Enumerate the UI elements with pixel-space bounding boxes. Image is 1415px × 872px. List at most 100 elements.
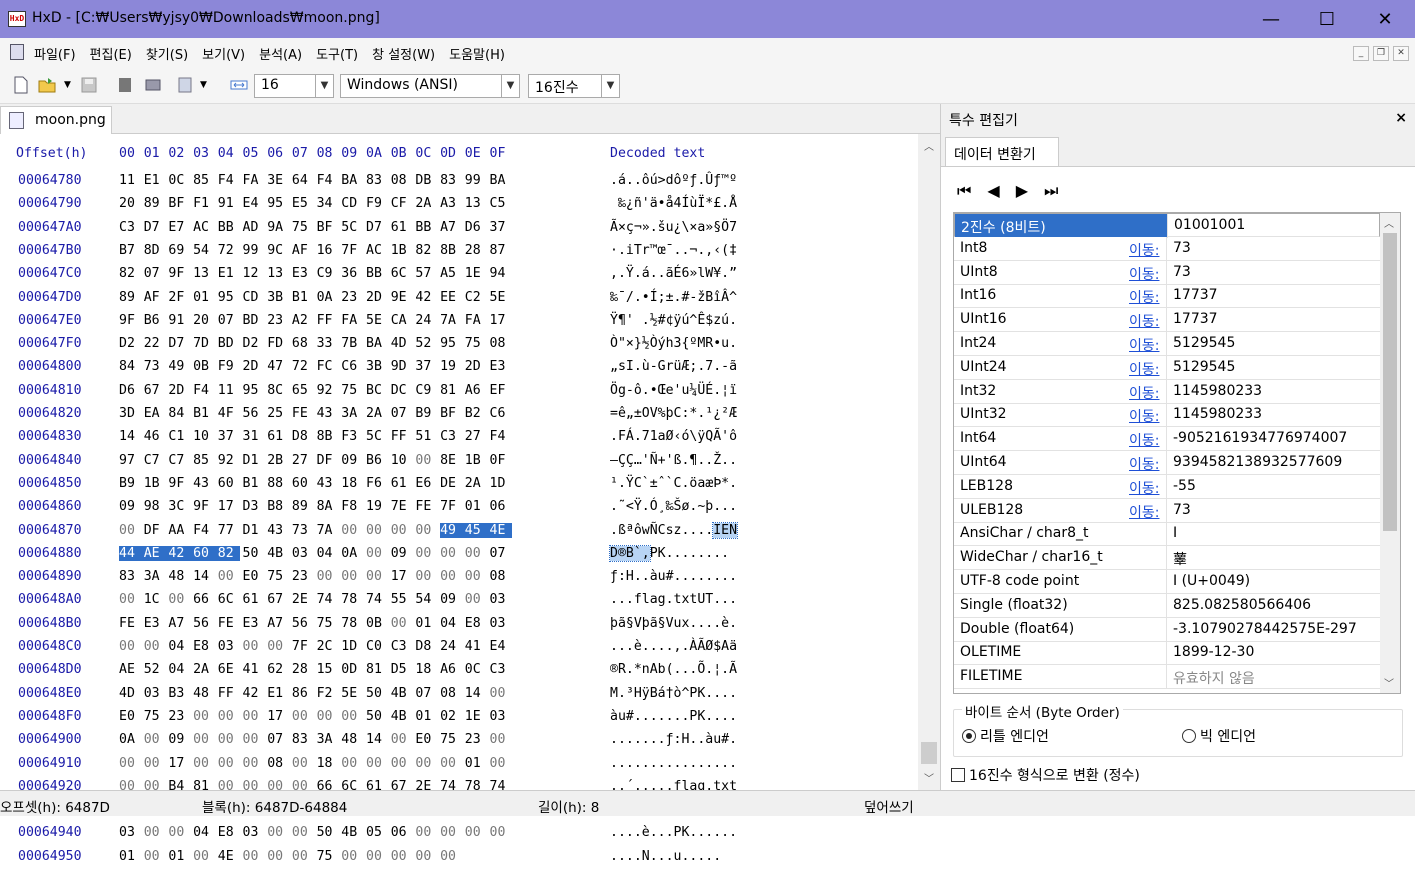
hex-byte[interactable]: AF <box>144 290 165 305</box>
grid-scrollbar[interactable]: ︿ ﹀ <box>1380 213 1400 693</box>
hex-byte[interactable]: BF <box>168 196 189 211</box>
scroll-thumb[interactable] <box>921 742 937 764</box>
hex-byte[interactable]: 00 <box>415 453 436 468</box>
hex-byte[interactable]: 04 <box>440 616 461 631</box>
hex-byte[interactable]: F6 <box>366 476 387 491</box>
hex-byte[interactable]: 3D <box>119 406 140 421</box>
hex-byte[interactable]: 4B <box>267 546 288 561</box>
hex-byte[interactable]: DE <box>440 476 461 491</box>
hex-byte[interactable]: 00 <box>218 709 239 724</box>
hex-byte[interactable]: 0A <box>119 732 140 747</box>
inspector-row[interactable]: UInt24 이동: 5129545 <box>954 355 1380 380</box>
last-icon[interactable]: ⏭ <box>1044 181 1058 201</box>
menu-item[interactable]: 도움말(H) <box>449 44 505 63</box>
hex-byte[interactable]: 4B <box>391 709 412 724</box>
hex-byte[interactable]: 5C <box>341 220 362 235</box>
hex-byte[interactable]: 3A <box>341 406 362 421</box>
hex-byte[interactable]: 08 <box>490 336 511 351</box>
hex-byte[interactable]: 72 <box>218 243 239 258</box>
hex-byte[interactable]: D6 <box>465 220 486 235</box>
inspector-row[interactable]: 2진수 (8비트) 01001001 <box>954 213 1380 238</box>
hex-byte[interactable]: 00 <box>119 639 140 654</box>
hex-byte[interactable]: 3E <box>267 173 288 188</box>
hex-byte[interactable]: 00 <box>292 756 313 771</box>
hex-byte[interactable]: 7A <box>440 313 461 328</box>
hex-byte[interactable]: 47 <box>267 359 288 374</box>
hex-byte[interactable]: 11 <box>119 173 140 188</box>
hex-byte[interactable]: 9F <box>193 499 214 514</box>
goto-link[interactable]: 이동: <box>1129 287 1159 307</box>
hex-byte[interactable]: 2A <box>415 196 436 211</box>
hex-byte[interactable]: 56 <box>193 616 214 631</box>
hex-byte[interactable]: 1B <box>144 476 165 491</box>
hex-byte[interactable]: 88 <box>267 476 288 491</box>
hex-byte[interactable]: 17 <box>267 709 288 724</box>
hex-byte[interactable]: AC <box>366 243 387 258</box>
hex-byte[interactable]: 00 <box>341 523 362 538</box>
hex-byte[interactable]: 00 <box>415 756 436 771</box>
hex-byte[interactable]: B1 <box>292 290 313 305</box>
hex-byte[interactable]: FE <box>218 616 239 631</box>
hex-byte[interactable]: 82 <box>217 545 240 561</box>
field-value[interactable]: 9394582138932577609 <box>1173 454 1342 470</box>
hex-byte[interactable]: 14 <box>193 569 214 584</box>
hex-byte[interactable]: 16 <box>317 243 338 258</box>
field-value[interactable]: 5129545 <box>1173 359 1235 375</box>
hex-byte[interactable]: A2 <box>292 313 313 328</box>
hex-byte[interactable]: C2 <box>465 290 486 305</box>
hex-byte[interactable]: 00 <box>267 849 288 864</box>
hex-byte[interactable]: 00 <box>292 709 313 724</box>
hex-byte[interactable]: 17 <box>218 499 239 514</box>
hex-byte[interactable]: 73 <box>292 523 313 538</box>
field-value[interactable]: 01001001 <box>1174 217 1245 233</box>
open-folder-icon[interactable] <box>38 76 56 94</box>
hex-byte[interactable]: 00 <box>391 732 412 747</box>
hex-byte[interactable]: 03 <box>218 639 239 654</box>
decoded-text[interactable]: „sI.ù-GrüÆ;.7.-ã <box>610 359 737 374</box>
decoded-text[interactable]: =ê„±OV%þC:*.¹¿²Æ <box>610 406 737 421</box>
hex-byte[interactable]: 43 <box>267 523 288 538</box>
hex-byte[interactable]: 07 <box>144 266 165 281</box>
hex-byte[interactable]: 49 <box>168 359 189 374</box>
hex-byte[interactable]: 01 <box>415 709 436 724</box>
hex-byte[interactable]: 64 <box>292 173 313 188</box>
hex-byte[interactable]: 8E <box>440 453 461 468</box>
hex-byte[interactable]: 0C <box>168 173 189 188</box>
hex-byte[interactable]: 07 <box>391 406 412 421</box>
hex-byte[interactable]: 00 <box>415 523 436 538</box>
hex-byte[interactable]: E3 <box>490 359 511 374</box>
hex-byte[interactable]: 83 <box>440 173 461 188</box>
hex-scrollbar[interactable]: ︿ ﹀ <box>918 134 940 790</box>
menu-item[interactable]: 분석(A) <box>259 44 302 63</box>
hex-byte[interactable]: 20 <box>119 196 140 211</box>
hex-byte[interactable]: 2B <box>267 453 288 468</box>
hex-byte[interactable]: E1 <box>267 686 288 701</box>
hex-byte[interactable]: 43 <box>317 406 338 421</box>
inspector-row[interactable]: UInt64 이동: 9394582138932577609 <box>954 451 1380 475</box>
decoded-text[interactable]: àu#.......PK.... <box>610 709 737 724</box>
grid-scroll-thumb[interactable] <box>1383 233 1397 531</box>
hex-byte[interactable]: 04 <box>317 546 338 561</box>
hex-byte[interactable]: 0C <box>465 662 486 677</box>
hex-byte[interactable]: 23 <box>267 313 288 328</box>
hex-byte[interactable]: 00 <box>490 756 511 771</box>
hex-byte[interactable]: 55 <box>391 592 412 607</box>
hex-byte[interactable]: B7 <box>119 243 140 258</box>
hex-view[interactable]: Offset(h) 00 01 02 03 04 05 06 07 08 09 0A 0B 0C 0D 0E… <box>0 134 918 864</box>
memory-icon[interactable] <box>176 76 194 94</box>
hex-byte[interactable]: 03 <box>119 825 140 840</box>
hex-byte[interactable]: 00 <box>243 709 264 724</box>
hex-byte[interactable]: 00 <box>144 825 165 840</box>
hex-byte[interactable]: 00 <box>144 639 165 654</box>
hex-byte[interactable]: DC <box>391 383 412 398</box>
hex-byte[interactable]: 37 <box>218 429 239 444</box>
hex-byte[interactable]: 82 <box>415 243 436 258</box>
hex-byte[interactable]: 00 <box>415 849 436 864</box>
hex-byte[interactable]: D1 <box>243 453 264 468</box>
decoded-text[interactable]: ¹.ŸC`±ˆ`C.öaæÞ*. <box>610 476 737 491</box>
field-value[interactable]: 䕉 <box>1173 549 1187 569</box>
hex-byte[interactable]: F4 <box>193 523 214 538</box>
hex-byte[interactable]: 05 <box>366 825 387 840</box>
hex-byte[interactable]: 0B <box>193 359 214 374</box>
hex-byte[interactable]: 00 <box>465 592 486 607</box>
